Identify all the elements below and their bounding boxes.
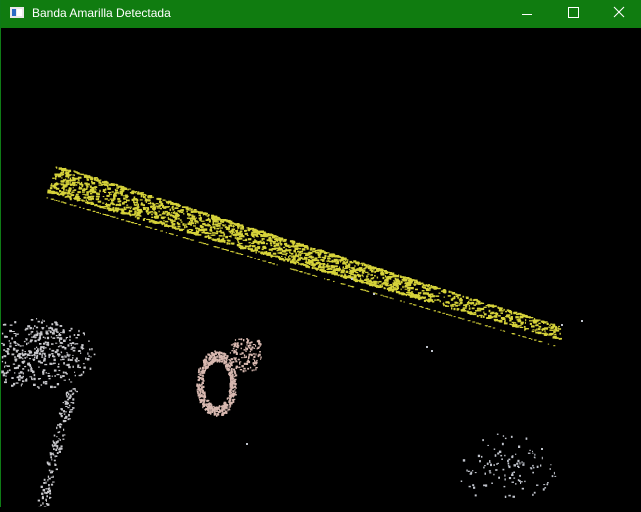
close-icon [596, 0, 641, 28]
app-window: Banda Amarilla Detectada [0, 0, 641, 507]
close-button[interactable] [596, 0, 641, 28]
minimize-button[interactable] [504, 0, 550, 28]
maximize-button[interactable] [550, 0, 596, 28]
minimize-icon [504, 0, 550, 28]
yellow-band [47, 167, 563, 347]
app-window-icon [10, 7, 24, 18]
pink-blob-center [196, 338, 261, 417]
grey-blob-bottom-right [246, 278, 583, 498]
title-bar[interactable]: Banda Amarilla Detectada [1, 0, 641, 28]
window-title: Banda Amarilla Detectada [32, 6, 171, 21]
grey-blob-left [1, 318, 95, 507]
maximize-icon [550, 0, 596, 28]
detection-image [1, 28, 641, 507]
detection-image-canvas [1, 28, 641, 507]
